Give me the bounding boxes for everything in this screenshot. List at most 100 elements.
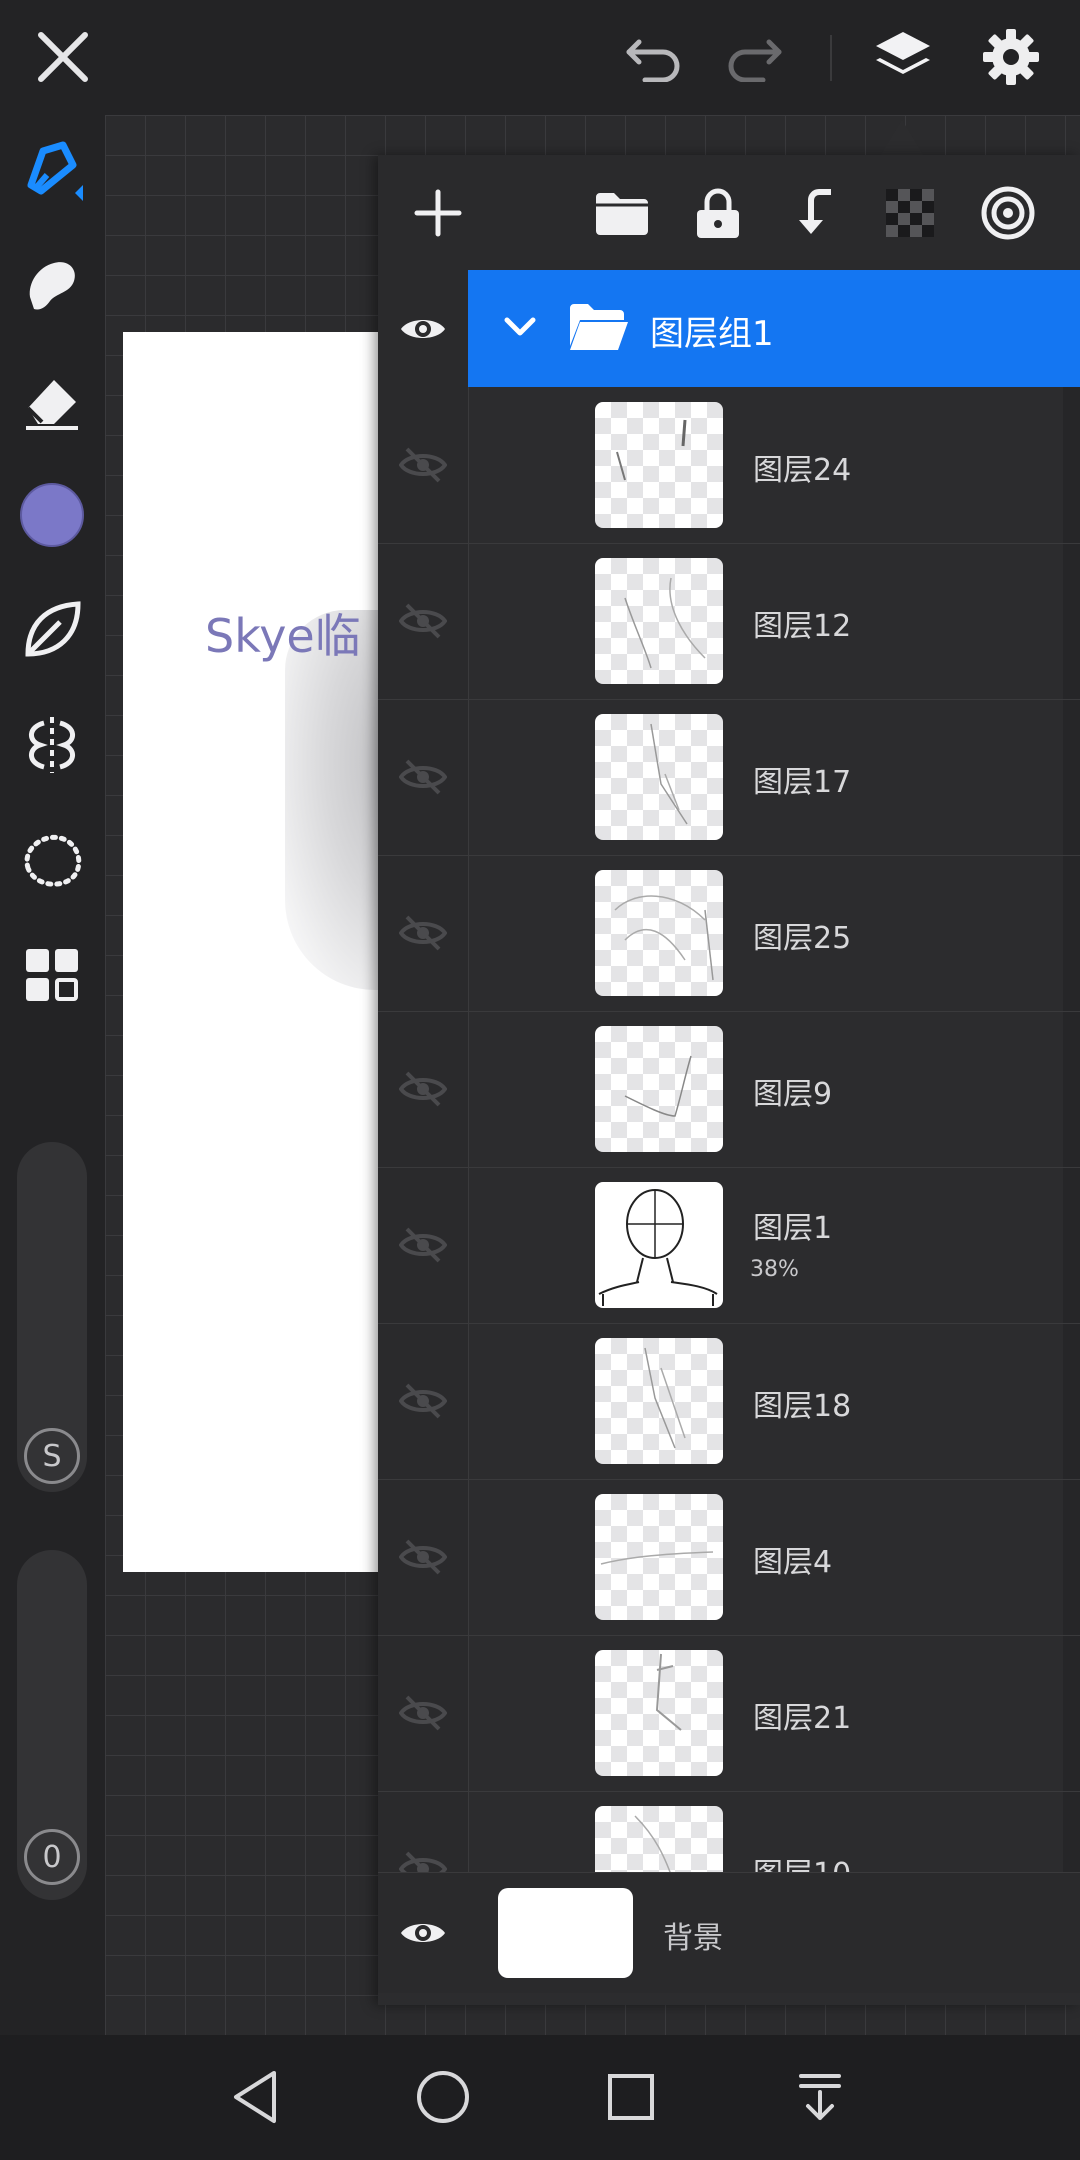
- size-slider-knob[interactable]: S: [21, 1425, 83, 1487]
- background-thumbnail[interactable]: [498, 1888, 633, 1978]
- panel-caret: [880, 120, 924, 156]
- layer-row[interactable]: 图层25: [378, 855, 1080, 1012]
- size-slider[interactable]: S: [17, 1142, 87, 1492]
- eye-hidden-icon: [399, 1695, 447, 1731]
- layer-row[interactable]: 图层9: [378, 1011, 1080, 1168]
- close-button[interactable]: [18, 12, 108, 102]
- folder-icon: [596, 193, 648, 235]
- recents-button[interactable]: [586, 2057, 676, 2137]
- layer-visibility-toggle[interactable]: [378, 1479, 468, 1635]
- layer-row[interactable]: 图层17: [378, 699, 1080, 856]
- background-layer-row[interactable]: 背景: [378, 1872, 1080, 1993]
- grid-icon: [26, 949, 78, 1001]
- layer-thumbnail: [595, 1494, 723, 1620]
- alpha-lock-icon: [886, 189, 934, 237]
- canvas-text: Skye临: [205, 609, 361, 663]
- lasso-tool[interactable]: [7, 815, 97, 905]
- undo-icon: [626, 39, 680, 82]
- layer-row[interactable]: 图层24: [378, 387, 1080, 544]
- settings-button[interactable]: [966, 12, 1056, 102]
- back-button[interactable]: [210, 2057, 300, 2137]
- symmetry-tool[interactable]: [7, 700, 97, 790]
- eraser-tool[interactable]: [7, 355, 97, 445]
- recents-icon: [608, 2074, 654, 2120]
- layer-name: 图层4: [753, 1545, 833, 1580]
- layer-name: 图层1: [753, 1211, 833, 1246]
- layers-panel: 图层组1 图层24 图层12 图层17 图层25 图层9 图层1 38% 图层1…: [378, 155, 1080, 2005]
- layer-visibility-toggle[interactable]: [378, 1167, 468, 1323]
- layer-name: 图层18: [753, 1389, 852, 1424]
- tool-sidebar: S 0: [0, 115, 105, 2035]
- leaf-tool[interactable]: [7, 585, 97, 675]
- top-bar: [0, 0, 1080, 115]
- layer-opacity: 38%: [750, 1257, 799, 1282]
- color-swatch: [20, 483, 84, 547]
- blend-mode-icon: [981, 186, 1035, 240]
- eye-hidden-icon: [399, 1539, 447, 1575]
- layer-row[interactable]: 图层18: [378, 1323, 1080, 1480]
- gallery-tool[interactable]: [7, 930, 97, 1020]
- smudge-tool[interactable]: [7, 240, 97, 330]
- redo-icon: [728, 39, 782, 82]
- add-layer-icon: [414, 189, 462, 237]
- group-visibility-toggle[interactable]: [378, 270, 468, 387]
- layer-visibility-toggle[interactable]: [378, 1323, 468, 1479]
- layer-row[interactable]: 图层4: [378, 1479, 1080, 1636]
- layer-row[interactable]: 图层21: [378, 1635, 1080, 1792]
- settings-icon: [983, 29, 1039, 85]
- eye-hidden-icon: [399, 915, 447, 951]
- eraser-icon: [26, 380, 78, 430]
- add-layer-button[interactable]: [398, 173, 478, 253]
- leaf-icon: [25, 601, 81, 657]
- layer-thumbnail: [595, 1182, 723, 1308]
- layers-button[interactable]: [858, 12, 948, 102]
- symmetry-icon: [29, 717, 75, 773]
- layer-row[interactable]: 图层1 38%: [378, 1167, 1080, 1324]
- layer-visibility-toggle[interactable]: [378, 855, 468, 1011]
- background-visibility-toggle[interactable]: [378, 1873, 468, 1993]
- system-nav-bar: [0, 2035, 1080, 2160]
- merge-down-icon: [799, 189, 831, 234]
- eye-icon: [401, 319, 445, 338]
- layer-visibility-toggle[interactable]: [378, 387, 468, 543]
- layer-thumbnail: [595, 714, 723, 840]
- opacity-indicator: 0: [24, 1829, 80, 1885]
- undo-button[interactable]: [610, 12, 700, 102]
- layer-thumbnail: [595, 558, 723, 684]
- layer-visibility-toggle[interactable]: [378, 699, 468, 855]
- brush-tool[interactable]: [7, 125, 97, 215]
- menu-down-button[interactable]: [775, 2057, 865, 2137]
- layer-visibility-toggle[interactable]: [378, 543, 468, 699]
- layer-thumbnail: [595, 1650, 723, 1776]
- toolbar-divider: [830, 35, 832, 81]
- brush-icon: [27, 141, 83, 201]
- layer-thumbnail: [595, 402, 723, 528]
- layer-visibility-toggle[interactable]: [378, 1635, 468, 1791]
- layer-name: 图层9: [753, 1077, 833, 1112]
- new-group-button[interactable]: [582, 173, 662, 253]
- opacity-slider-knob[interactable]: 0: [21, 1826, 83, 1888]
- layer-visibility-toggle[interactable]: [378, 1011, 468, 1167]
- layer-name: 图层25: [753, 921, 852, 956]
- lock-layer-button[interactable]: [678, 173, 758, 253]
- merge-down-button[interactable]: [774, 173, 854, 253]
- eye-icon: [401, 1924, 445, 1942]
- redo-button[interactable]: [708, 12, 798, 102]
- folder-open-icon: [570, 304, 628, 350]
- alpha-lock-button[interactable]: [870, 173, 950, 253]
- close-icon: [38, 32, 88, 82]
- color-picker[interactable]: [7, 470, 97, 560]
- layer-group-row[interactable]: 图层组1: [378, 270, 1080, 387]
- menu-down-icon: [799, 2074, 841, 2120]
- home-button[interactable]: [398, 2057, 488, 2137]
- size-indicator: S: [24, 1428, 80, 1484]
- chevron-down-icon[interactable]: [503, 314, 537, 340]
- eye-hidden-icon: [399, 447, 447, 483]
- layer-row[interactable]: 图层12: [378, 543, 1080, 700]
- group-name: 图层组1: [650, 314, 774, 354]
- opacity-slider[interactable]: 0: [17, 1550, 87, 1900]
- eye-hidden-icon: [399, 1383, 447, 1419]
- layer-list[interactable]: 图层组1 图层24 图层12 图层17 图层25 图层9 图层1 38% 图层1…: [378, 270, 1080, 1985]
- blend-mode-button[interactable]: [968, 173, 1048, 253]
- layer-thumbnail: [595, 1026, 723, 1152]
